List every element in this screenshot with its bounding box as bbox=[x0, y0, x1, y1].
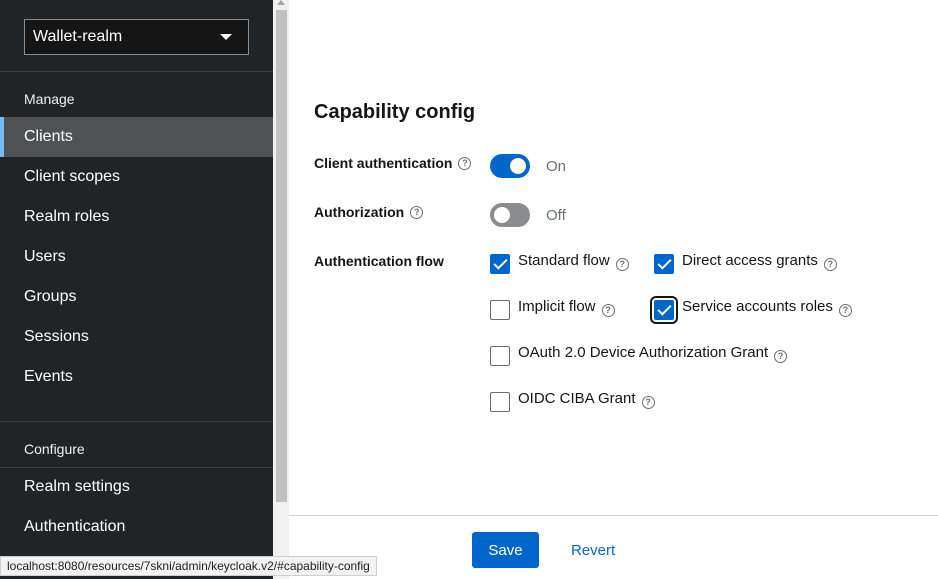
client-authentication-text: Client authentication bbox=[314, 155, 453, 171]
client-authentication-state: On bbox=[546, 158, 567, 175]
save-button[interactable]: Save bbox=[472, 532, 539, 568]
scroll-up-arrow-icon[interactable] bbox=[277, 0, 285, 5]
sidebar-divider bbox=[0, 421, 273, 422]
sidebar: Wallet-realm Manage Clients Client scope… bbox=[0, 0, 273, 579]
service-accounts-roles-option: Service accounts roles ? bbox=[650, 296, 852, 324]
nav-item-users[interactable]: Users bbox=[0, 237, 273, 277]
revert-button[interactable]: Revert bbox=[559, 532, 627, 568]
standard-flow-option: Standard flow ? bbox=[490, 251, 629, 274]
nav-item-authentication[interactable]: Authentication bbox=[0, 507, 273, 547]
authorization-text: Authorization bbox=[314, 204, 405, 220]
question-circle-icon[interactable]: ? bbox=[410, 205, 424, 219]
question-circle-icon[interactable]: ? bbox=[838, 303, 852, 317]
realm-name: Wallet-realm bbox=[33, 28, 123, 45]
nav-item-sessions[interactable]: Sessions bbox=[0, 317, 273, 357]
question-circle-icon[interactable]: ? bbox=[774, 349, 788, 363]
standard-flow-label: Standard flow bbox=[518, 251, 610, 269]
authorization-label: Authorization ? bbox=[314, 204, 424, 220]
question-circle-icon[interactable]: ? bbox=[601, 303, 615, 317]
switch-knob bbox=[510, 158, 526, 174]
implicit-flow-label: Implicit flow bbox=[518, 297, 596, 315]
nav-item-events[interactable]: Events bbox=[0, 357, 273, 397]
implicit-flow-option: Implicit flow ? bbox=[490, 297, 615, 320]
nav-item-clients[interactable]: Clients bbox=[0, 117, 273, 157]
nav-item-client-scopes[interactable]: Client scopes bbox=[0, 157, 273, 197]
question-circle-icon[interactable]: ? bbox=[615, 257, 629, 271]
caret-down-icon bbox=[220, 34, 232, 40]
nav-item-realm-roles[interactable]: Realm roles bbox=[0, 197, 273, 237]
question-circle-icon[interactable]: ? bbox=[823, 257, 837, 271]
section-title-configure: Configure bbox=[24, 441, 85, 457]
client-authentication-label: Client authentication ? bbox=[314, 155, 472, 171]
main-content: Capability config Client authentication … bbox=[289, 0, 938, 579]
authentication-flow-text: Authentication flow bbox=[314, 253, 444, 269]
device-authorization-grant-label: OAuth 2.0 Device Authorization Grant bbox=[518, 343, 769, 361]
direct-access-grants-checkbox[interactable] bbox=[654, 254, 674, 274]
authorization-switch[interactable] bbox=[490, 203, 530, 227]
service-accounts-roles-checkbox[interactable] bbox=[650, 296, 678, 324]
ciba-grant-label: OIDC CIBA Grant bbox=[518, 389, 636, 407]
standard-flow-checkbox[interactable] bbox=[490, 254, 510, 274]
realm-selector[interactable]: Wallet-realm bbox=[24, 19, 249, 55]
question-circle-icon[interactable]: ? bbox=[458, 156, 472, 170]
authorization-state: Off bbox=[546, 207, 566, 224]
direct-access-grants-label: Direct access grants bbox=[682, 251, 818, 269]
authentication-flow-label: Authentication flow bbox=[314, 253, 444, 269]
client-authentication-switch[interactable] bbox=[490, 154, 530, 178]
footer-divider bbox=[289, 515, 938, 516]
sidebar-divider bbox=[0, 71, 273, 72]
device-authorization-grant-option: OAuth 2.0 Device Authorization Grant ? bbox=[490, 343, 788, 366]
service-accounts-roles-label: Service accounts roles bbox=[682, 297, 833, 315]
ciba-grant-checkbox[interactable] bbox=[490, 392, 510, 412]
question-circle-icon[interactable]: ? bbox=[641, 395, 655, 409]
section-heading: Capability config bbox=[314, 101, 476, 123]
scrollbar-thumb[interactable] bbox=[276, 10, 287, 502]
ciba-grant-option: OIDC CIBA Grant ? bbox=[490, 389, 655, 412]
app: Wallet-realm Manage Clients Client scope… bbox=[0, 0, 938, 579]
direct-access-grants-option: Direct access grants ? bbox=[654, 251, 837, 274]
implicit-flow-checkbox[interactable] bbox=[490, 300, 510, 320]
section-title-manage: Manage bbox=[24, 91, 75, 107]
device-authorization-grant-checkbox[interactable] bbox=[490, 346, 510, 366]
switch-knob bbox=[494, 207, 510, 223]
nav-item-realm-settings[interactable]: Realm settings bbox=[0, 467, 273, 507]
browser-status-url: localhost:8080/resources/7skni/admin/key… bbox=[0, 556, 377, 576]
nav-item-groups[interactable]: Groups bbox=[0, 277, 273, 317]
